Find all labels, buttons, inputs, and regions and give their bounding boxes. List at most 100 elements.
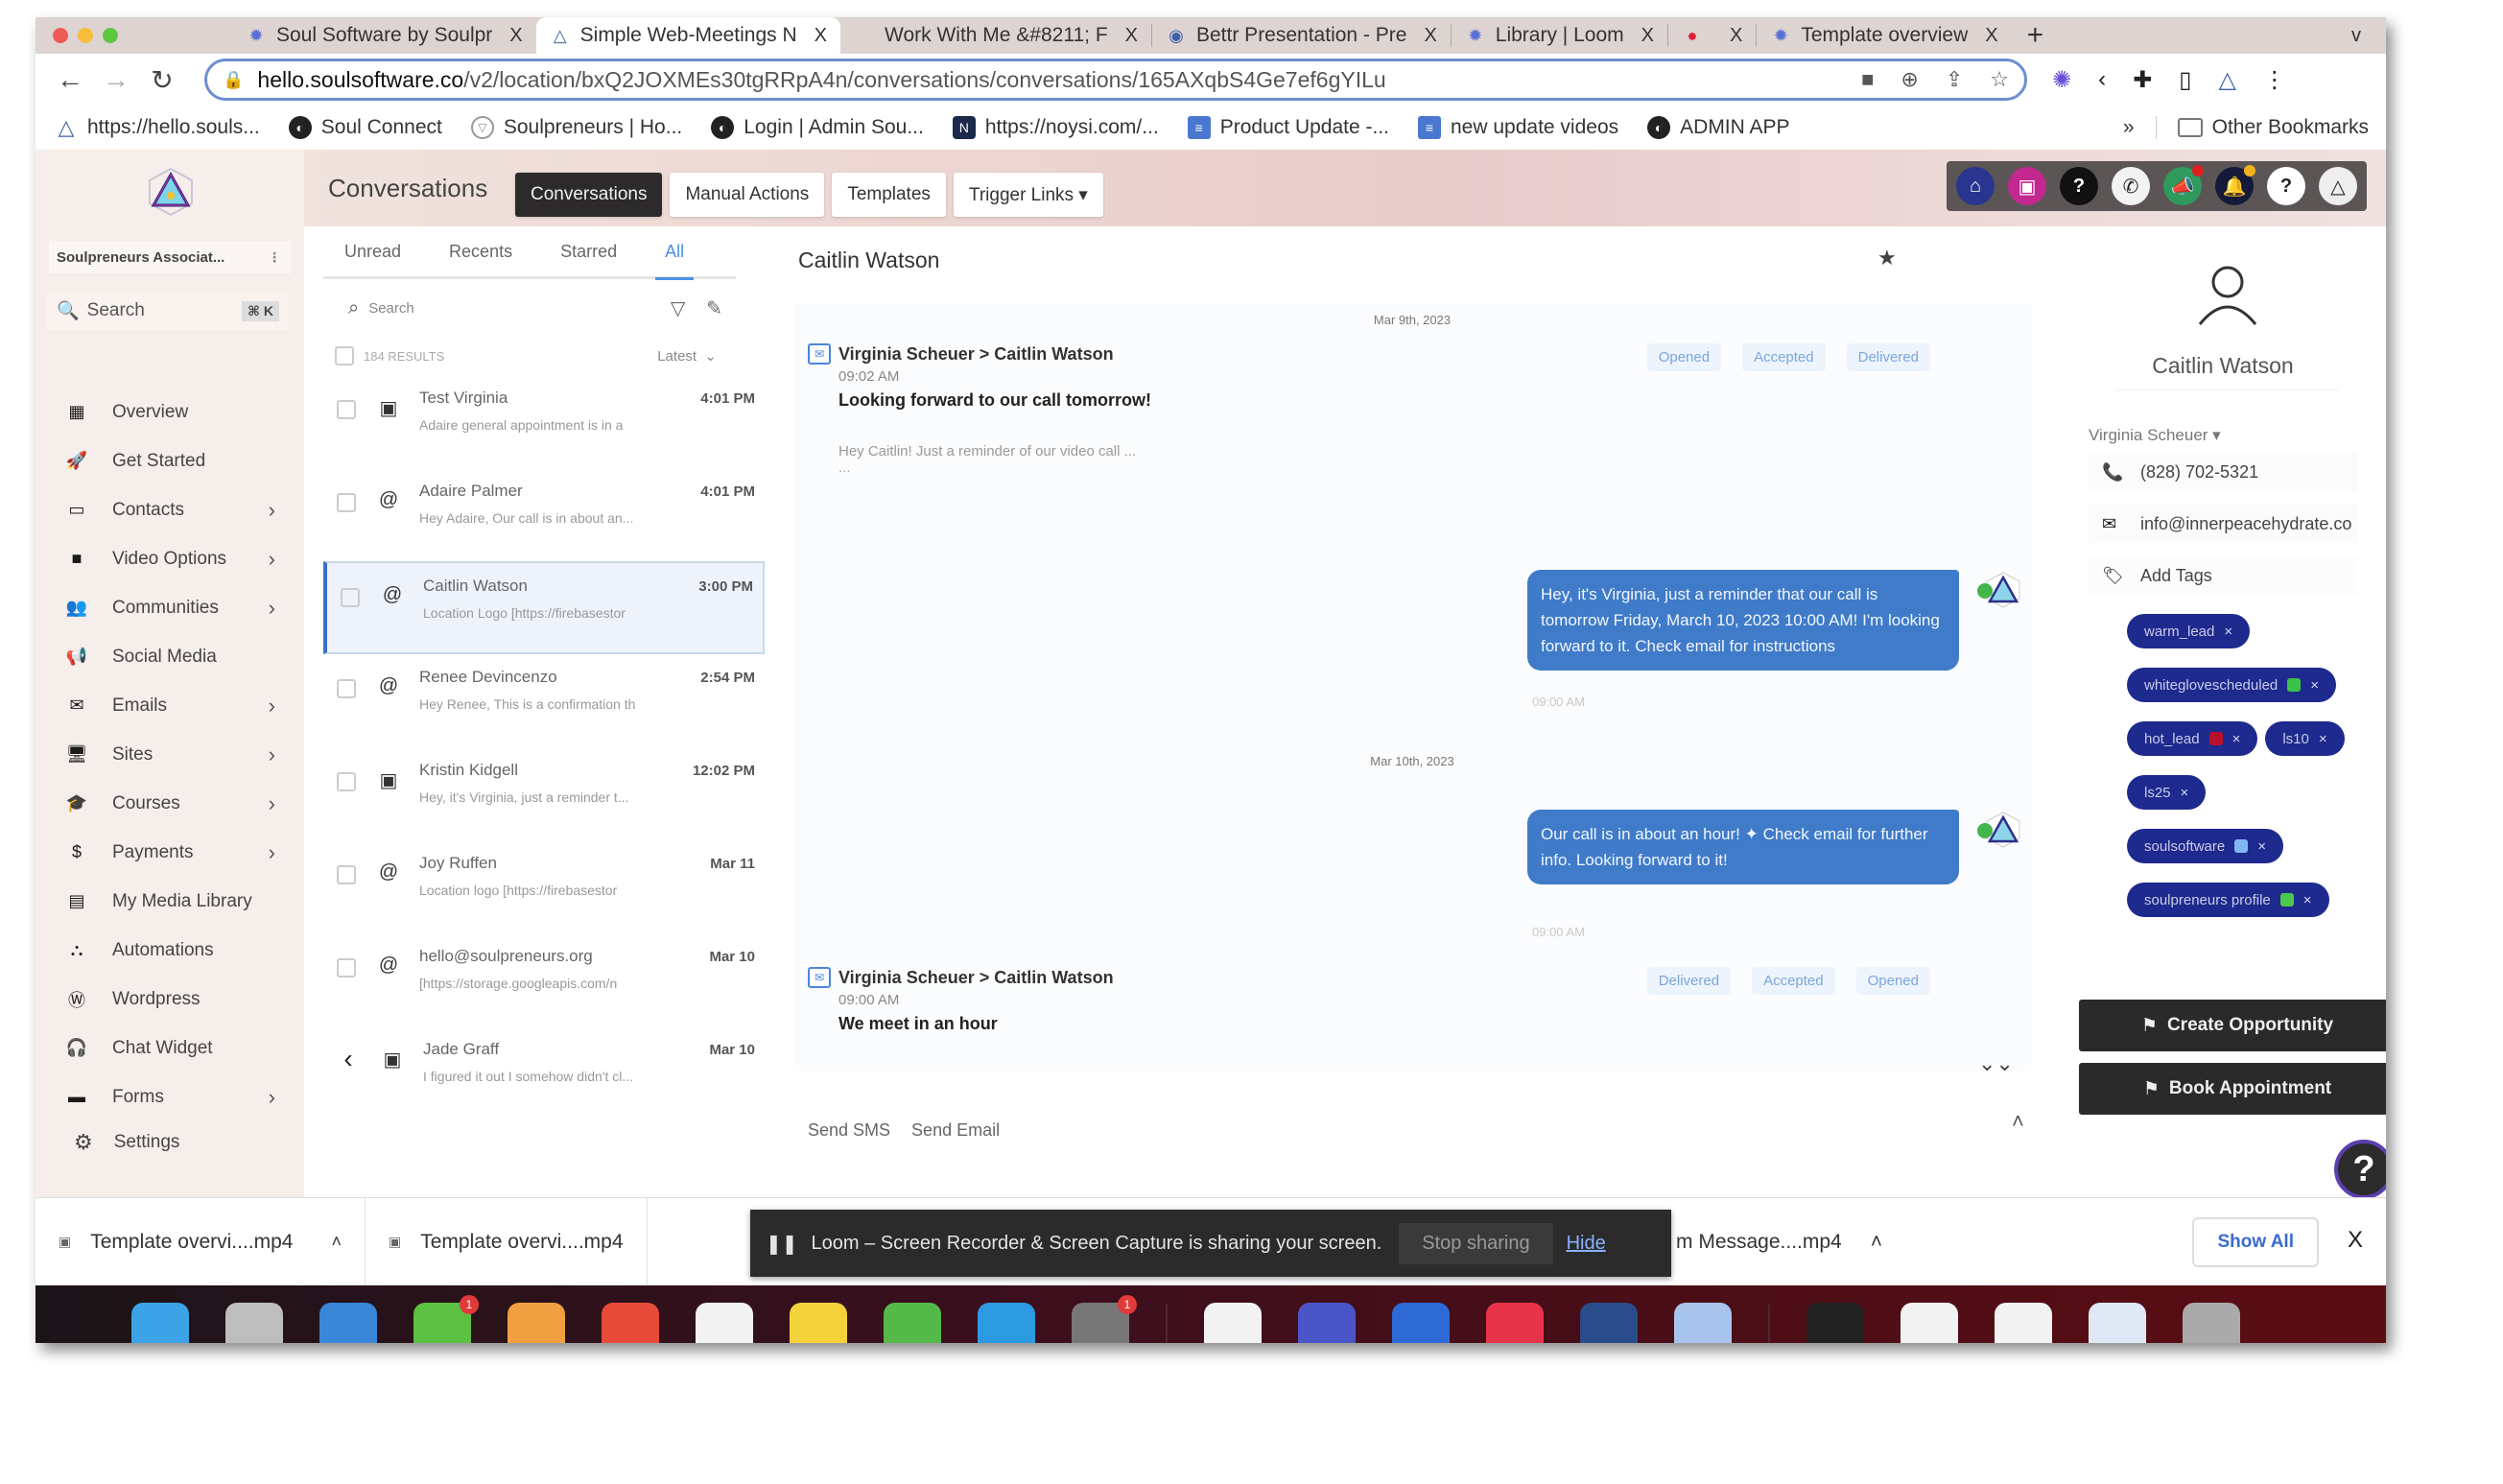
sidebar-item-video-options[interactable]: ■ Video Options › bbox=[35, 534, 304, 583]
row-checkbox[interactable] bbox=[341, 588, 360, 607]
star-icon[interactable]: ★ bbox=[1877, 246, 1897, 271]
browser-tab[interactable]: ✹ Soul Software by Soulpr X bbox=[232, 17, 536, 54]
close-downloads-icon[interactable]: X bbox=[2348, 1227, 2363, 1254]
bookmark-item[interactable]: ≡ new update videos bbox=[1418, 116, 1618, 139]
tab-manual-actions[interactable]: Manual Actions bbox=[670, 173, 825, 217]
browser-tab[interactable]: ● X bbox=[1668, 17, 1756, 54]
book-appointment-button[interactable]: ⚑ Book Appointment bbox=[2079, 1063, 2386, 1115]
contact-email[interactable]: ✉ info@innerpeacehydrate.co bbox=[2089, 505, 2357, 543]
dock-app-vpn[interactable] bbox=[1580, 1303, 1638, 1343]
browser-tab[interactable]: Work With Me &#8211; F X bbox=[840, 17, 1151, 54]
conversation-row[interactable]: ▣ Test Virginia Adaire general appointment… bbox=[323, 375, 765, 468]
select-all-checkbox[interactable] bbox=[335, 346, 354, 365]
sidebar-item-my-media-library[interactable]: ▤ My Media Library bbox=[35, 877, 304, 926]
filter-tab-starred[interactable]: Starred bbox=[560, 242, 617, 262]
remove-tag-icon[interactable]: × bbox=[2310, 677, 2319, 694]
sidebar-item-sites[interactable]: 🖥 Sites › bbox=[35, 730, 304, 779]
dock-app-window-3[interactable] bbox=[1995, 1303, 2052, 1343]
minimize-window-button[interactable] bbox=[78, 28, 93, 43]
sidebar-toggle-icon[interactable]: ▯ bbox=[2179, 66, 2191, 94]
download-item[interactable]: m Message....mp4 ˄ bbox=[1676, 1198, 1882, 1286]
forward-button[interactable]: → bbox=[93, 64, 139, 95]
dock-app-safari[interactable] bbox=[319, 1303, 377, 1343]
more-bookmarks-button[interactable]: » bbox=[2123, 116, 2135, 139]
download-item[interactable]: ▣ Template overvi....mp4 ˄ bbox=[35, 1197, 366, 1286]
contact-tag[interactable]: hot_lead × bbox=[2127, 721, 2258, 756]
dock-app-messages[interactable]: 1 bbox=[413, 1295, 479, 1343]
browser-tab[interactable]: ◉ Bettr Presentation - Pre X bbox=[1152, 17, 1451, 54]
create-opportunity-button[interactable]: ⚑ Create Opportunity bbox=[2079, 1000, 2386, 1051]
sidebar-item-get-started[interactable]: 🚀 Get Started bbox=[35, 436, 304, 485]
sidebar-item-settings[interactable]: ⚙ Settings bbox=[74, 1130, 179, 1155]
contact-tag[interactable]: soulsoftware × bbox=[2127, 829, 2283, 863]
address-bar[interactable]: 🔒 hello.soulsoftware.co/v2/location/bxQ2… bbox=[204, 59, 2027, 101]
contact-tag[interactable]: soulpreneurs profile × bbox=[2127, 883, 2329, 917]
row-checkbox[interactable] bbox=[337, 958, 356, 978]
dock-app-xcode[interactable] bbox=[978, 1303, 1035, 1343]
row-checkbox[interactable] bbox=[337, 772, 356, 791]
dock-app-launchpad[interactable] bbox=[225, 1303, 283, 1343]
bell-icon[interactable]: 🔔 bbox=[2215, 165, 2255, 205]
profile-logo-icon[interactable]: △ bbox=[2319, 167, 2357, 205]
location-switcher[interactable]: Soulpreneurs Associat... ⋮ bbox=[49, 241, 291, 273]
phone-icon[interactable]: ✆ bbox=[2112, 167, 2150, 205]
sidebar-item-forms[interactable]: ▬ Forms › bbox=[35, 1072, 304, 1121]
close-tab-icon[interactable]: X bbox=[1424, 25, 1436, 47]
profile-triangle-icon[interactable]: △ bbox=[2218, 66, 2235, 94]
bookmark-item[interactable]: △ https://hello.souls... bbox=[55, 115, 260, 139]
dock-app-window-2[interactable] bbox=[1901, 1303, 1958, 1343]
reload-button[interactable]: ↻ bbox=[139, 64, 185, 96]
sidebar-item-chat-widget[interactable]: 🎧 Chat Widget bbox=[35, 1024, 304, 1072]
dock-app-chrome[interactable] bbox=[602, 1303, 659, 1343]
dock-app-loom[interactable] bbox=[1298, 1303, 1356, 1343]
browser-tab[interactable]: ✹ Library | Loom X bbox=[1452, 17, 1667, 54]
sidebar-item-courses[interactable]: 🎓 Courses › bbox=[35, 779, 304, 828]
sidebar-item-automations[interactable]: ⛬ Automations bbox=[35, 926, 304, 975]
other-bookmarks[interactable]: Other Bookmarks bbox=[2177, 116, 2369, 139]
sidebar-item-contacts[interactable]: ▭ Contacts › bbox=[35, 485, 304, 534]
store-icon[interactable]: ▣ bbox=[2008, 167, 2046, 205]
sidebar-item-social-media[interactable]: 📢 Social Media bbox=[35, 632, 304, 681]
collapse-chevron-icon[interactable]: ‹ bbox=[337, 1044, 360, 1074]
row-checkbox[interactable] bbox=[337, 493, 356, 512]
bookmark-item[interactable]: ▽ Soulpreneurs | Ho... bbox=[470, 116, 682, 139]
dock-app-window-1[interactable] bbox=[1806, 1303, 1864, 1343]
dock-app-slack[interactable] bbox=[1204, 1303, 1262, 1343]
dock-app-notes[interactable] bbox=[790, 1303, 847, 1343]
email-message[interactable]: ✉ Virginia Scheuer > Caitlin Watson 09:0… bbox=[808, 967, 2007, 1034]
contact-tag[interactable]: ls10 × bbox=[2265, 721, 2345, 756]
close-window-button[interactable] bbox=[53, 28, 68, 43]
contact-tag[interactable]: ls25 × bbox=[2127, 775, 2207, 810]
dock-app-finder[interactable] bbox=[131, 1303, 189, 1343]
close-tab-icon[interactable]: X bbox=[1730, 25, 1742, 47]
filter-tab-unread[interactable]: Unread bbox=[344, 242, 401, 262]
new-tab-button[interactable]: + bbox=[2012, 19, 2060, 52]
dock-app-window-4[interactable] bbox=[2089, 1303, 2146, 1343]
sidebar-item-emails[interactable]: ✉ Emails › bbox=[35, 681, 304, 730]
remove-tag-icon[interactable]: × bbox=[2257, 838, 2266, 855]
help-icon[interactable]: ? bbox=[2060, 167, 2098, 205]
question-icon[interactable]: ? bbox=[2267, 167, 2305, 205]
close-tab-icon[interactable]: X bbox=[1985, 25, 1997, 47]
bookmark-item[interactable]: ◐ Login | Admin Sou... bbox=[711, 116, 924, 139]
expand-composer-icon[interactable]: ˄ bbox=[2012, 1109, 2024, 1134]
bookmark-item[interactable]: Nhttps://noysi.com/... bbox=[952, 116, 1159, 139]
sidebar-search[interactable]: 🔍 Search ⌘ K bbox=[47, 292, 289, 330]
bookmark-item[interactable]: ◐ Soul Connect bbox=[288, 116, 442, 139]
stop-sharing-button[interactable]: Stop sharing bbox=[1399, 1222, 1553, 1264]
contact-tag[interactable]: whiteglovescheduled × bbox=[2127, 668, 2337, 702]
dock-app-system-preferences[interactable]: 1 bbox=[1072, 1295, 1137, 1343]
conversation-row[interactable]: ▣ Kristin Kidgell Hey, it's Virginia, just… bbox=[323, 747, 765, 840]
browser-menu-icon[interactable]: ⋮ bbox=[2263, 66, 2286, 94]
conversation-row[interactable]: @ Renee Devincenzo Hey Renee, This is a co… bbox=[323, 654, 765, 747]
close-tab-icon[interactable]: X bbox=[1641, 25, 1654, 47]
camera-icon[interactable]: ■ bbox=[1861, 67, 1874, 92]
dock-app-preview[interactable] bbox=[1674, 1303, 1732, 1343]
download-menu-icon[interactable]: ˄ bbox=[1871, 1231, 1882, 1254]
back-button[interactable]: ← bbox=[47, 64, 93, 95]
bookmark-item[interactable]: ≡ Product Update -... bbox=[1187, 116, 1389, 139]
dock-app-numbers[interactable] bbox=[884, 1303, 941, 1343]
bookmark-item[interactable]: ◐ ADMIN APP bbox=[1647, 116, 1790, 139]
sidebar-item-overview[interactable]: ▦ Overview bbox=[35, 388, 304, 436]
download-item[interactable]: ▣ Template overvi....mp4 bbox=[366, 1197, 648, 1286]
